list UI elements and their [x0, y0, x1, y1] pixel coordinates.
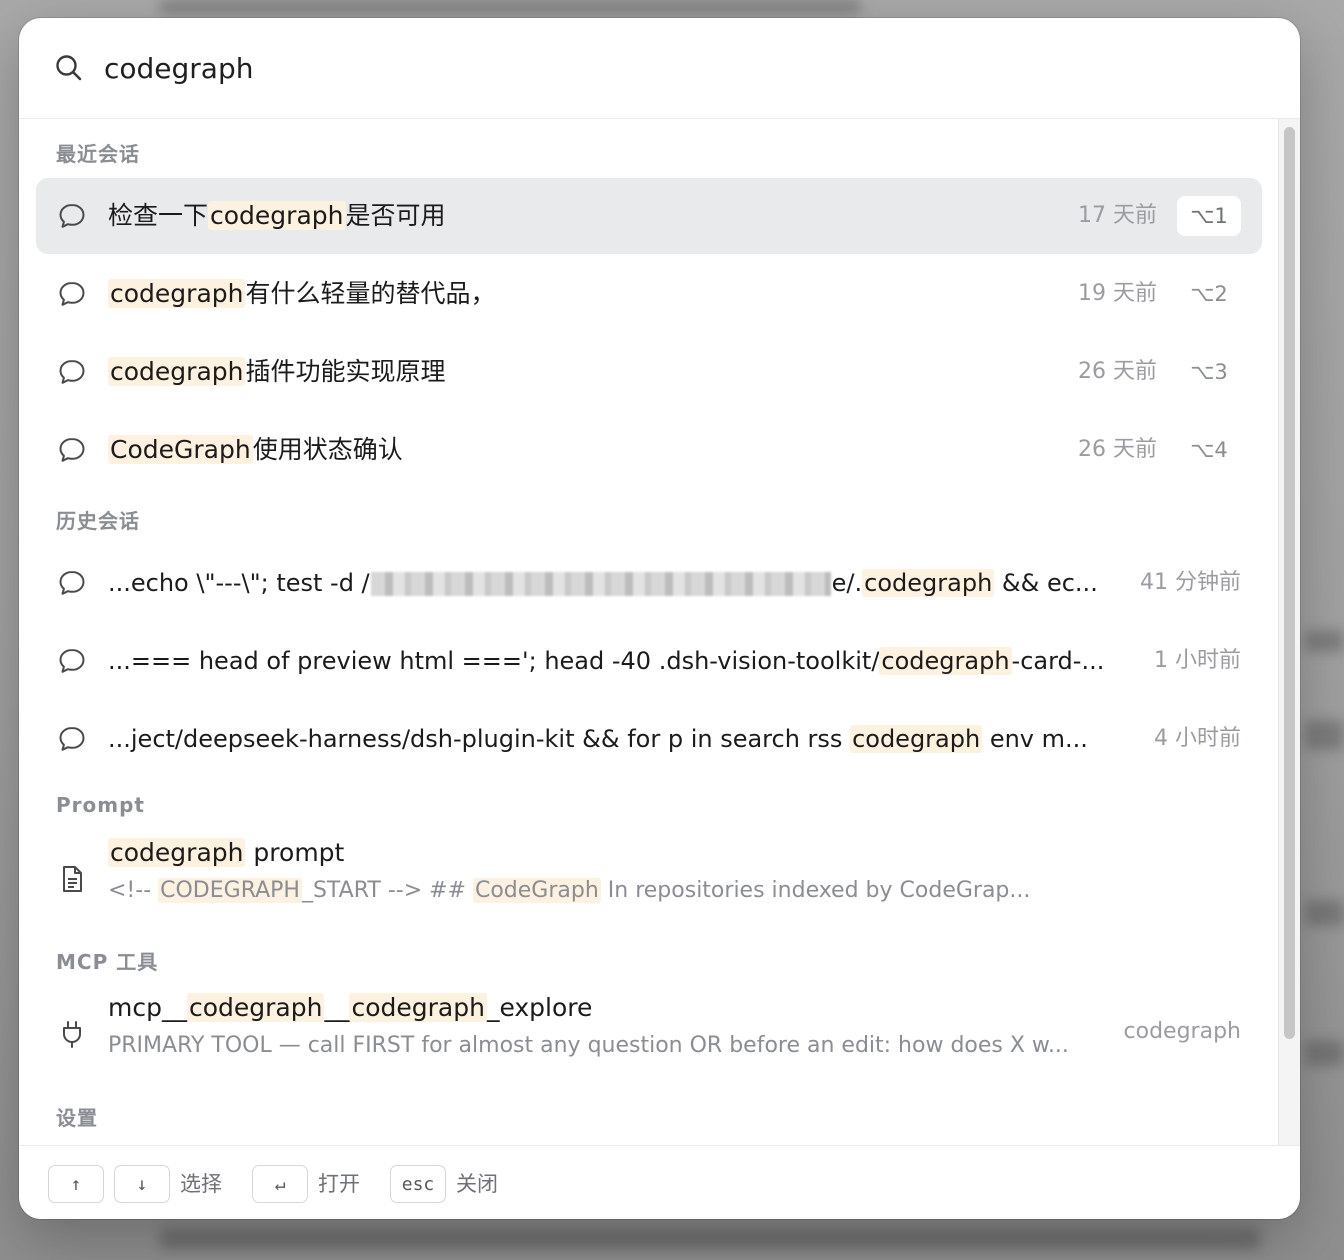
command-palette: 最近会话 检查一下codegraph是否可用 17 天前 ⌥1 codegrap…	[19, 18, 1300, 1219]
chat-bubble-icon	[59, 204, 85, 228]
enter-key-hint: ↵	[252, 1165, 308, 1203]
history-item-title: ...echo \"---\"; test -d / e/.codegraph &…	[108, 569, 1098, 597]
document-icon	[63, 866, 82, 892]
recent-item-time: 19 天前	[1078, 281, 1157, 306]
chat-bubble-icon	[59, 727, 85, 751]
prompt-item-title: codegraph prompt	[108, 838, 345, 867]
history-item[interactable]: ...echo \"---\"; test -d / e/.codegraph &…	[36, 545, 1262, 621]
recent-item-title: CodeGraph使用状态确认	[108, 435, 403, 464]
shortcut-badge: ⌥4	[1190, 438, 1228, 462]
search-input[interactable]	[104, 46, 1204, 90]
scrollbar[interactable]	[1278, 119, 1300, 1145]
history-item-title: ...=== head of preview html ==='; head -…	[108, 647, 1105, 675]
footer-hints: ↑ ↓ 选择 ↵ 打开 esc 关闭	[19, 1145, 1300, 1219]
history-item-title: ...ject/deepseek-harness/dsh-plugin-kit …	[108, 725, 1088, 753]
prompt-item[interactable]: codegraph prompt <!-- CODEGRAPH_START --…	[36, 834, 1262, 924]
prompt-item-preview: <!-- CODEGRAPH_START --> ## CodeGraph In…	[108, 878, 1031, 903]
results-list: 最近会话 检查一下codegraph是否可用 17 天前 ⌥1 codegrap…	[19, 119, 1277, 1145]
history-item-time: 4 小时前	[1154, 726, 1241, 751]
history-item[interactable]: ...=== head of preview html ==='; head -…	[36, 623, 1262, 699]
close-hint-label: 关闭	[456, 1172, 498, 1196]
chat-bubble-icon	[59, 649, 85, 673]
recent-item-time: 17 天前	[1078, 203, 1157, 228]
plug-icon	[63, 1021, 81, 1048]
search-bar	[19, 18, 1300, 119]
search-icon	[56, 55, 82, 81]
shortcut-badge: ⌥3	[1190, 360, 1228, 384]
down-key-hint: ↓	[114, 1165, 170, 1203]
redacted-path	[370, 572, 831, 596]
section-title-mcp: MCP 工具	[56, 950, 159, 974]
mcp-tool-description: PRIMARY TOOL — call FIRST for almost any…	[108, 1033, 1069, 1058]
chat-bubble-icon	[59, 360, 85, 384]
up-key-hint: ↑	[48, 1165, 104, 1203]
esc-key-hint: esc	[390, 1165, 446, 1203]
mcp-tool-title: mcp__codegraph__codegraph_explore	[108, 993, 593, 1022]
history-item-time: 41 分钟前	[1140, 570, 1241, 595]
recent-item[interactable]: codegraph有什么轻量的替代品， 19 天前 ⌥2	[36, 256, 1262, 332]
shortcut-badge: ⌥1	[1177, 196, 1241, 236]
recent-item-title: codegraph有什么轻量的替代品，	[108, 279, 496, 308]
chat-bubble-icon	[59, 571, 85, 595]
recent-item-time: 26 天前	[1078, 437, 1157, 462]
scrollbar-thumb[interactable]	[1284, 127, 1295, 1039]
history-item-time: 1 小时前	[1154, 648, 1241, 673]
select-hint-label: 选择	[180, 1172, 222, 1196]
recent-item-title: codegraph插件功能实现原理	[108, 357, 446, 386]
recent-item-time: 26 天前	[1078, 359, 1157, 384]
mcp-tool-item[interactable]: mcp__codegraph__codegraph_explore PRIMAR…	[36, 989, 1262, 1079]
recent-item[interactable]: 检查一下codegraph是否可用 17 天前 ⌥1	[36, 178, 1262, 254]
recent-item[interactable]: codegraph插件功能实现原理 26 天前 ⌥3	[36, 334, 1262, 410]
recent-item-title: 检查一下codegraph是否可用	[108, 201, 446, 230]
mcp-server-tag: codegraph	[1123, 1019, 1241, 1044]
recent-item[interactable]: CodeGraph使用状态确认 26 天前 ⌥4	[36, 412, 1262, 488]
shortcut-badge: ⌥2	[1190, 282, 1228, 306]
section-title-prompt: Prompt	[56, 793, 145, 817]
history-item[interactable]: ...ject/deepseek-harness/dsh-plugin-kit …	[36, 701, 1262, 777]
chat-bubble-icon	[59, 438, 85, 462]
open-hint-label: 打开	[318, 1172, 360, 1196]
section-title-history: 历史会话	[56, 509, 140, 533]
section-title-recent: 最近会话	[56, 142, 140, 166]
chat-bubble-icon	[59, 282, 85, 306]
section-title-settings: 设置	[56, 1106, 98, 1130]
